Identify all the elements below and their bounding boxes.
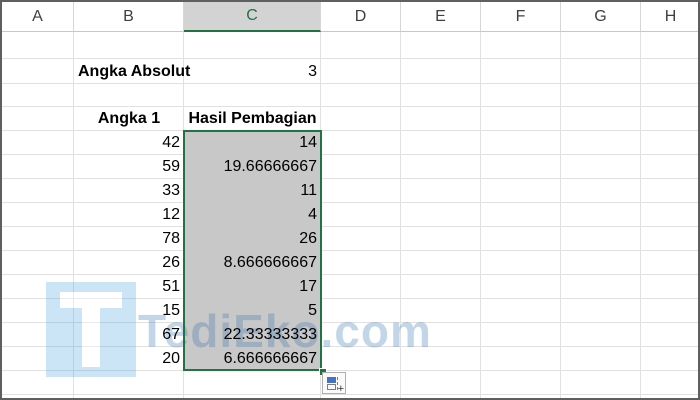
column-header-g[interactable]: G xyxy=(561,2,641,32)
cell-b3-label[interactable]: Angka Absolut xyxy=(78,60,190,83)
column-header-c[interactable]: C xyxy=(184,2,321,32)
grid-line xyxy=(2,394,698,395)
cell-angka-1[interactable]: 42 xyxy=(74,131,184,154)
column-header-e[interactable]: E xyxy=(401,2,481,32)
column-header-a[interactable]: A xyxy=(2,2,74,32)
selection-border xyxy=(183,130,322,371)
cell-angka-1[interactable]: 51 xyxy=(74,275,184,298)
cell-c5-header[interactable]: Hasil Pembagian xyxy=(184,107,321,130)
grid-line xyxy=(2,58,698,59)
cell-angka-1[interactable]: 12 xyxy=(74,203,184,226)
column-header-f[interactable]: F xyxy=(481,2,561,32)
cell-angka-1[interactable]: 78 xyxy=(74,227,184,250)
cell-angka-1[interactable]: 59 xyxy=(74,155,184,178)
column-header-d[interactable]: D xyxy=(321,2,401,32)
grid-line xyxy=(480,32,481,398)
column-header-h[interactable]: H xyxy=(641,2,698,32)
grid-line xyxy=(560,32,561,398)
cell-c3-value[interactable]: 3 xyxy=(184,60,321,83)
quick-analysis-icon xyxy=(327,377,336,383)
grid-line xyxy=(640,32,641,398)
quick-analysis-button[interactable]: + xyxy=(322,372,346,395)
worksheet-grid[interactable]: A B C D E F G H TediEko.com Angka Absolu… xyxy=(2,2,698,398)
cell-angka-1[interactable]: 15 xyxy=(74,299,184,322)
spreadsheet-window: A B C D E F G H TediEko.com Angka Absolu… xyxy=(0,0,700,400)
quick-analysis-icon-part xyxy=(327,384,336,390)
cell-angka-1[interactable]: 20 xyxy=(74,347,184,370)
cell-angka-1[interactable]: 33 xyxy=(74,179,184,202)
cell-b5-header[interactable]: Angka 1 xyxy=(74,107,184,130)
cell-angka-1[interactable]: 67 xyxy=(74,323,184,346)
cell-angka-1[interactable]: 26 xyxy=(74,251,184,274)
grid-line xyxy=(2,83,698,84)
plus-icon: + xyxy=(337,383,344,395)
column-header-b[interactable]: B xyxy=(74,2,184,32)
